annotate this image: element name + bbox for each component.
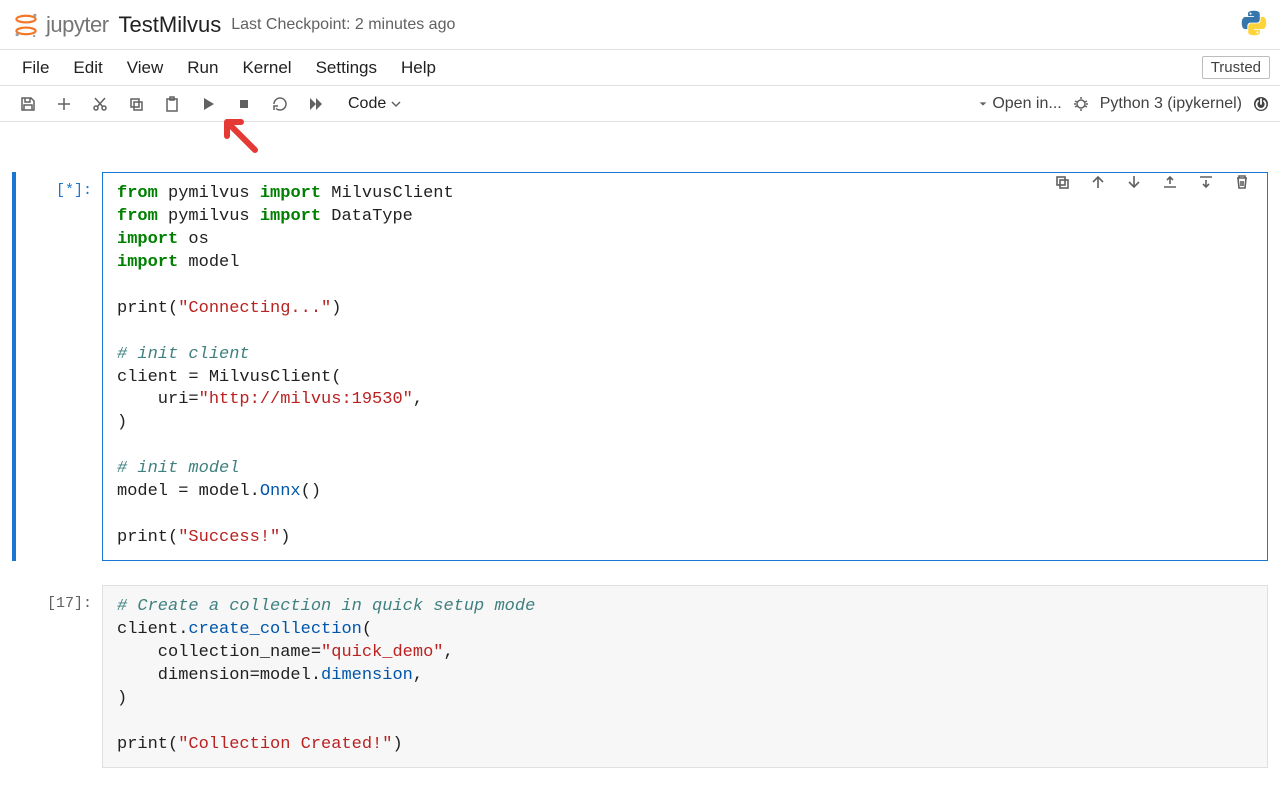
save-button[interactable]	[10, 89, 46, 119]
menu-kernel[interactable]: Kernel	[230, 54, 303, 82]
chevron-down-icon	[390, 98, 402, 110]
caret-down-icon	[978, 99, 988, 109]
cell-2[interactable]: [17]: # Create a collection in quick set…	[12, 585, 1268, 768]
notebook-area: [*]: from pymilvus import MilvusClient f…	[0, 122, 1280, 812]
cut-button[interactable]	[82, 89, 118, 119]
debugger-button[interactable]	[1072, 95, 1090, 113]
header: jupyter TestMilvus Last Checkpoint: 2 mi…	[0, 0, 1280, 50]
jupyter-logo[interactable]: jupyter	[12, 11, 109, 39]
move-down-button[interactable]	[1116, 168, 1152, 196]
run-button[interactable]	[190, 89, 226, 119]
jupyter-icon	[12, 11, 40, 39]
code-editor-1[interactable]: from pymilvus import MilvusClient from p…	[102, 172, 1268, 561]
insert-below-button[interactable]	[1188, 168, 1224, 196]
menu-help[interactable]: Help	[389, 54, 448, 82]
menu-file[interactable]: File	[10, 54, 61, 82]
open-in-dropdown[interactable]: Open in...	[978, 95, 1061, 113]
cell-active-bar	[12, 172, 16, 561]
cell-1[interactable]: [*]: from pymilvus import MilvusClient f…	[12, 172, 1268, 561]
restart-button[interactable]	[262, 89, 298, 119]
cell-type-select[interactable]: Code	[340, 93, 410, 115]
copy-button[interactable]	[118, 89, 154, 119]
menu-edit[interactable]: Edit	[61, 54, 114, 82]
cell-prompt: [17]:	[20, 585, 102, 768]
insert-above-button[interactable]	[1152, 168, 1188, 196]
python-icon	[1240, 9, 1268, 40]
kernel-name[interactable]: Python 3 (ipykernel)	[1100, 95, 1242, 113]
move-up-button[interactable]	[1080, 168, 1116, 196]
kernel-status-icon[interactable]	[1252, 95, 1270, 113]
menubar: File Edit View Run Kernel Settings Help …	[0, 50, 1280, 86]
paste-button[interactable]	[154, 89, 190, 119]
cell-type-label: Code	[348, 95, 386, 113]
delete-cell-button[interactable]	[1224, 168, 1260, 196]
checkpoint-text: Last Checkpoint: 2 minutes ago	[231, 16, 455, 34]
jupyter-wordmark: jupyter	[46, 12, 109, 38]
trusted-badge[interactable]: Trusted	[1202, 56, 1270, 79]
menu-view[interactable]: View	[115, 54, 176, 82]
menu-settings[interactable]: Settings	[304, 54, 389, 82]
cell-prompt: [*]:	[20, 172, 102, 561]
duplicate-cell-button[interactable]	[1044, 168, 1080, 196]
cell-toolbar	[1044, 168, 1260, 196]
code-editor-2[interactable]: # Create a collection in quick setup mod…	[102, 585, 1268, 768]
menu-run[interactable]: Run	[175, 54, 230, 82]
cell-bar	[12, 585, 16, 768]
add-cell-button[interactable]	[46, 89, 82, 119]
toolbar: Code Open in... Python 3 (ipykernel)	[0, 86, 1280, 122]
restart-run-all-button[interactable]	[298, 89, 334, 119]
interrupt-button[interactable]	[226, 89, 262, 119]
notebook-title[interactable]: TestMilvus	[119, 12, 222, 38]
